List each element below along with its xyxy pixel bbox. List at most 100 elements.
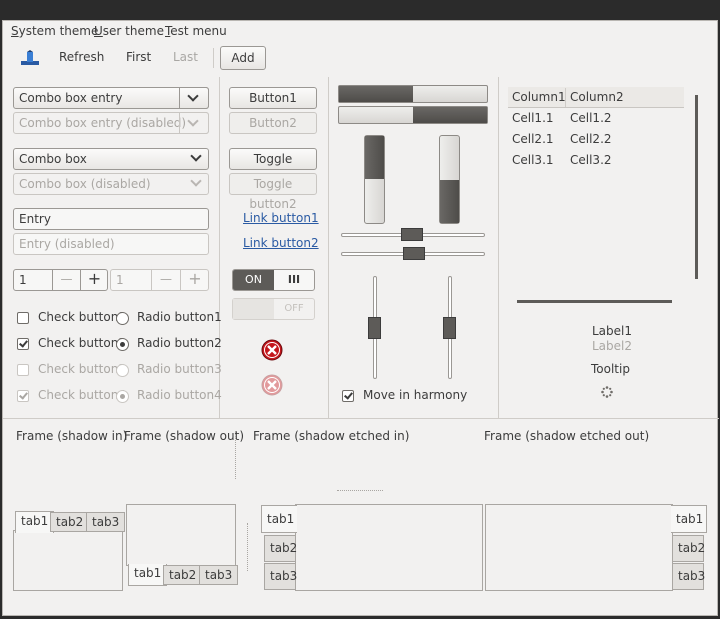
combo-entry-text: Combo box entry [19,91,123,105]
progress-bar-2 [338,106,488,124]
spinner-icon [601,386,613,398]
tab3[interactable]: tab3 [264,563,297,590]
divider [3,418,719,419]
tab1[interactable]: tab1 [671,505,707,533]
tree-cell[interactable]: Cell2.1 [512,132,554,146]
progress-fill [365,136,384,179]
radio-button4 [116,390,129,403]
combo-box[interactable]: Combo box [13,148,209,170]
tree-cell[interactable]: Cell1.2 [570,111,612,125]
last-button[interactable]: Last [173,50,198,64]
menu-user-theme[interactable]: User theme [94,24,164,38]
add-button[interactable]: Add [220,46,266,70]
tree-cell[interactable]: Cell3.2 [570,153,612,167]
first-button[interactable]: First [126,50,151,64]
spin-plus-button[interactable]: + [80,269,108,291]
tab1[interactable]: tab1 [261,505,297,533]
button1[interactable]: Button1 [229,87,317,109]
refresh-button[interactable]: Refresh [59,50,104,64]
button2: Button2 [229,112,317,134]
radio-button2-label: Radio button2 [137,336,222,350]
link-button2[interactable]: Link button2 [243,236,319,250]
check-button1[interactable] [17,312,29,324]
switch-off-handle [233,299,274,319]
vertical-progress-1 [364,135,385,224]
pane-handle[interactable] [235,431,236,479]
pane-handle[interactable] [337,490,383,491]
switch-handle: III [287,273,301,286]
slider-handle[interactable] [443,317,456,339]
spin-minus-button-disabled: — [151,269,180,291]
dropdown-button-disabled [179,112,209,134]
switch-on-label: ON [233,270,274,290]
switch-off-label: OFF [284,303,304,314]
radio-button3 [116,364,129,377]
link-button1[interactable]: Link button1 [243,211,319,225]
menu-system-theme[interactable]: System theme [11,24,98,38]
chevron-down-icon [187,90,199,102]
tree-cell[interactable]: Cell2.2 [570,132,612,146]
pane-handle[interactable] [247,523,248,571]
check-button2[interactable] [17,338,29,350]
checkmark-icon [344,390,353,400]
frame-shadow-out-label: Frame (shadow out) [124,429,245,443]
frame-etched-out-label: Frame (shadow etched out) [484,429,650,443]
entry-field-disabled: Entry (disabled) [13,233,209,255]
menu-test-menu[interactable]: Test menu [165,24,227,38]
tab2[interactable]: tab2 [672,535,705,562]
check-button3-label: Check button3 [38,362,126,376]
label2: Label2 [592,339,633,353]
progress-bar-1 [338,85,488,103]
combo-box-entry[interactable]: Combo box entry [13,87,209,109]
tree-cell[interactable]: Cell3.1 [512,153,554,167]
tree-cell[interactable]: Cell1.1 [512,111,554,125]
horizontal-scrollbar[interactable] [517,300,672,303]
combo-box-entry-disabled: Combo box entry (disabled) [13,112,209,134]
tab1[interactable]: tab1 [15,511,55,533]
entry-disabled-text: Entry (disabled) [19,237,115,251]
slider-handle[interactable] [403,247,425,260]
app-icon[interactable] [21,50,39,66]
tab1[interactable]: tab1 [128,564,168,586]
slider-handle[interactable] [368,317,381,339]
tab2[interactable]: tab2 [50,512,90,532]
spin-minus-button[interactable]: — [52,269,80,291]
tab3[interactable]: tab3 [672,563,705,590]
radio-button1-label: Radio button1 [137,310,222,324]
move-in-harmony-label: Move in harmony [363,388,468,402]
entry-text: Entry [19,212,51,226]
radio-dot-icon [120,394,125,399]
label1: Label1 [592,324,633,338]
vertical-progress-2 [439,135,460,224]
toggle-button1[interactable]: Toggle button1 [229,148,317,186]
radio-button3-label: Radio button3 [137,362,222,376]
notebook-tabs-bottom [126,504,236,566]
spin-value: 1 [19,273,27,287]
check-button3 [17,364,29,376]
combo-box-text: Combo box [19,152,87,166]
entry-field[interactable]: Entry [13,208,209,230]
tab3[interactable]: tab3 [199,565,239,585]
frame-shadow-in-label: Frame (shadow in) [16,429,128,443]
spin-value-disabled: 1 [116,273,124,287]
radio-button4-label: Radio button4 [137,388,222,402]
combo-box-disabled: Combo box (disabled) [13,173,209,195]
dropdown-button[interactable] [179,87,209,109]
checkmark-icon [19,390,28,400]
vertical-scrollbar[interactable] [695,95,698,279]
slider-handle[interactable] [401,228,423,241]
frame-etched-in-label: Frame (shadow etched in) [253,429,410,443]
move-in-harmony-checkbox[interactable] [342,390,354,402]
radio-button2[interactable] [116,338,129,351]
notebook-tabs-right [485,504,673,591]
spin-button[interactable]: 1 — + [13,269,108,291]
tab2[interactable]: tab2 [163,565,203,585]
tab3[interactable]: tab3 [86,512,126,532]
column2-header[interactable]: Column2 [570,90,624,104]
radio-button1[interactable] [116,312,129,325]
column1-header[interactable]: Column1 [512,90,566,104]
switch-on[interactable]: ON III [232,269,315,291]
notebook-tabs-top [13,530,123,591]
spin-plus-button-disabled: + [180,269,209,291]
tab2[interactable]: tab2 [264,535,297,562]
